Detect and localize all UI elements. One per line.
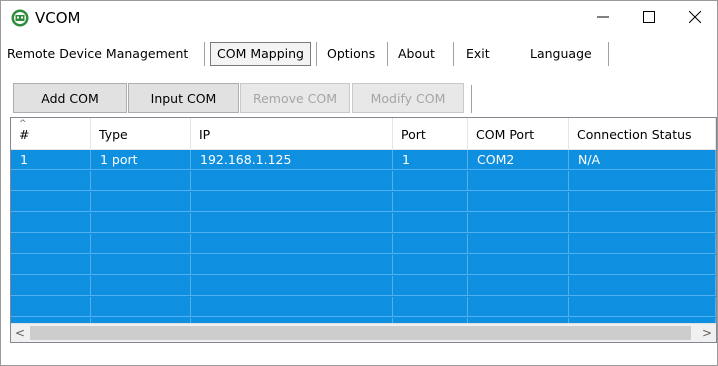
column-header-ip[interactable]: IP (191, 118, 393, 149)
empty-cell (11, 234, 91, 254)
menu-bar: Remote Device Management COM Mapping Opt… (1, 39, 717, 69)
menu-separator (453, 42, 455, 66)
horizontal-scrollbar[interactable]: < > (11, 323, 716, 342)
column-header-com-port[interactable]: COM Port (468, 118, 569, 149)
empty-cell (191, 192, 393, 212)
empty-cell (11, 192, 91, 212)
empty-cell (191, 276, 393, 296)
empty-cell (569, 276, 716, 296)
sort-up-icon: ^ (19, 119, 27, 129)
cell-type: 1 port (91, 150, 191, 170)
empty-cell (191, 171, 393, 191)
cell-com-port: COM2 (468, 150, 569, 170)
column-header-port[interactable]: Port (393, 118, 468, 149)
empty-cell (11, 213, 91, 233)
remove-com-button[interactable]: Remove COM (240, 83, 350, 113)
scrollbar-thumb[interactable] (30, 326, 691, 340)
column-header-number[interactable]: ^ # (11, 118, 91, 149)
cell-connection-status: N/A (569, 150, 716, 170)
table-header: ^ # Type IP Port COM Port Connection Sta… (11, 118, 716, 150)
empty-cell (11, 171, 91, 191)
empty-table-row (11, 255, 716, 275)
toolbar: Add COM Input COM Remove COM Modify COM (1, 83, 717, 115)
vcom-window: VCOM Remote Device Management COM Mappin… (0, 0, 718, 366)
empty-cell (569, 171, 716, 191)
modify-com-button[interactable]: Modify COM (352, 83, 464, 113)
maximize-icon (643, 10, 655, 26)
empty-cell (91, 276, 191, 296)
menu-separator (387, 42, 389, 66)
empty-cell (393, 171, 468, 191)
toolbar-separator (471, 85, 473, 113)
empty-cell (569, 297, 716, 317)
empty-cell (393, 234, 468, 254)
empty-cell (191, 255, 393, 275)
empty-cell (569, 234, 716, 254)
menu-language[interactable]: Language (530, 42, 592, 66)
empty-cell (468, 213, 569, 233)
title-bar: VCOM (1, 1, 717, 35)
empty-cell (91, 171, 191, 191)
empty-cell (191, 213, 393, 233)
empty-cell (393, 255, 468, 275)
empty-table-row (11, 171, 716, 191)
empty-table-row (11, 297, 716, 317)
empty-cell (468, 192, 569, 212)
menu-com-mapping[interactable]: COM Mapping (210, 42, 311, 66)
empty-cell (91, 234, 191, 254)
empty-cell (569, 213, 716, 233)
menu-separator (204, 42, 206, 66)
empty-cell (91, 297, 191, 317)
empty-cell (191, 297, 393, 317)
empty-table-row (11, 276, 716, 296)
cell-ip: 192.168.1.125 (191, 150, 393, 170)
cell-number: 1 (11, 150, 91, 170)
empty-cell (11, 276, 91, 296)
vcom-app-icon (11, 9, 29, 27)
empty-cell (393, 276, 468, 296)
menu-remote-device-management[interactable]: Remote Device Management (7, 42, 188, 66)
table-row[interactable]: 1 1 port 192.168.1.125 1 COM2 N/A (11, 150, 716, 170)
empty-cell (91, 213, 191, 233)
scroll-right-icon[interactable]: > (698, 324, 716, 342)
minimize-button[interactable] (580, 1, 626, 35)
empty-cell (393, 192, 468, 212)
menu-options[interactable]: Options (327, 42, 375, 66)
input-com-button[interactable]: Input COM (128, 83, 239, 113)
empty-cell (191, 234, 393, 254)
empty-cell (468, 234, 569, 254)
empty-cell (91, 255, 191, 275)
maximize-button[interactable] (626, 1, 672, 35)
empty-cell (468, 171, 569, 191)
table-body: 1 1 port 192.168.1.125 1 COM2 N/A (11, 150, 716, 338)
scroll-left-icon[interactable]: < (11, 324, 29, 342)
menu-separator (316, 42, 318, 66)
add-com-button[interactable]: Add COM (13, 83, 127, 113)
empty-table-row (11, 234, 716, 254)
minimize-icon (597, 11, 609, 26)
menu-about[interactable]: About (398, 42, 435, 66)
empty-table-row (11, 213, 716, 233)
empty-cell (393, 213, 468, 233)
empty-cell (393, 297, 468, 317)
menu-exit[interactable]: Exit (466, 42, 490, 66)
window-title: VCOM (35, 9, 81, 27)
empty-cell (468, 276, 569, 296)
menu-separator (608, 42, 610, 66)
empty-cell (468, 297, 569, 317)
empty-cell (468, 255, 569, 275)
empty-cell (569, 255, 716, 275)
column-header-type[interactable]: Type (91, 118, 191, 149)
empty-cell (91, 192, 191, 212)
empty-cell (11, 297, 91, 317)
cell-port: 1 (393, 150, 468, 170)
com-mapping-table[interactable]: ^ # Type IP Port COM Port Connection Sta… (10, 117, 717, 343)
empty-table-row (11, 192, 716, 212)
close-button[interactable] (672, 1, 717, 35)
close-icon (688, 10, 702, 26)
empty-cell (11, 255, 91, 275)
column-header-connection-status[interactable]: Connection Status (569, 118, 716, 149)
empty-cell (569, 192, 716, 212)
